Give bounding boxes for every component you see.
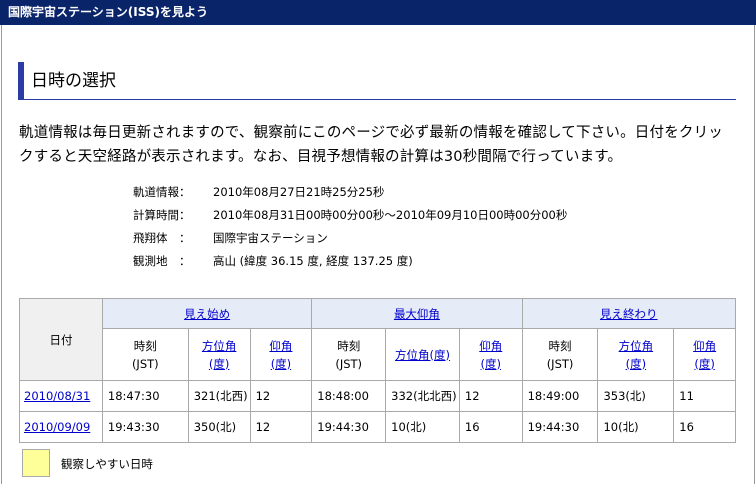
time-label: 時刻 <box>133 338 157 353</box>
start-azimuth-sort-link[interactable]: 方位角 (度) <box>202 339 237 371</box>
start-azimuth-cell: 321(北西) <box>187 380 251 412</box>
orbit-info-label: 軌道情報： <box>133 185 191 199</box>
max-elevation-cell: 12 <box>458 380 523 412</box>
info-block: 軌道情報： 2010年08月27日21時25分25秒 計算時間： 2010年08月3… <box>133 184 567 276</box>
max-azimuth-cell: 10(北) <box>385 411 460 443</box>
start-time-header: 時刻 (JST) <box>101 328 189 381</box>
start-elevation-cell: 12 <box>249 380 313 412</box>
end-elevation-cell: 16 <box>673 411 736 443</box>
start-elevation-sort-link[interactable]: 仰角 (度) <box>269 339 292 371</box>
legend-swatch <box>22 449 50 477</box>
start-group-link[interactable]: 見え始め <box>184 307 230 321</box>
max-time-header: 時刻 (JST) <box>311 328 387 381</box>
max-azimuth-header: 方位角(度) <box>385 328 460 381</box>
vehicle-label: 飛翔体 ： <box>133 231 191 245</box>
calc-time-row: 計算時間： 2010年08月31日00時00分00秒〜2010年09月10日00時… <box>133 207 567 230</box>
max-elevation-sort-link[interactable]: 仰角 (度) <box>479 339 502 371</box>
start-azimuth-cell: 350(北) <box>187 411 251 443</box>
pass-table: 日付 見え始め 最大仰角 見え終わり 時刻 (JST) 方位角 (度) 仰角 (度) … <box>19 298 737 443</box>
table-row: 2010/09/09 19:43:30 350(北) 12 19:44:30 1… <box>19 411 736 443</box>
start-time-cell: 18:47:30 <box>101 380 189 412</box>
observation-site-value: 高山 (緯度 36.15 度, 経度 137.25 度) <box>213 254 413 268</box>
max-time-cell: 19:44:30 <box>311 411 387 443</box>
jst-label: (JST) <box>546 356 574 371</box>
vehicle-row: 飛翔体 ： 国際宇宙ステーション <box>133 230 567 253</box>
date-cell: 2010/08/31 <box>19 380 103 412</box>
observation-site-row: 観測地 ： 高山 (緯度 36.15 度, 経度 137.25 度) <box>133 253 567 276</box>
vehicle-value: 国際宇宙ステーション <box>213 231 328 245</box>
section-title: 日時の選択 <box>18 62 736 100</box>
end-azimuth-sort-link[interactable]: 方位角 (度) <box>619 339 654 371</box>
table-row: 2010/08/31 18:47:30 321(北西) 12 18:48:00 … <box>19 380 736 412</box>
end-azimuth-cell: 10(北) <box>597 411 675 443</box>
date-link[interactable]: 2010/09/09 <box>24 420 90 434</box>
calc-time-value: 2010年08月31日00時00分00秒〜2010年09月10日00時00分00… <box>213 208 568 222</box>
legend-text: 観察しやすい日時 <box>61 457 153 471</box>
max-elevation-cell: 16 <box>458 411 523 443</box>
max-azimuth-sort-link[interactable]: 方位角(度) <box>395 348 450 362</box>
end-elevation-sort-link[interactable]: 仰角 (度) <box>693 339 716 371</box>
jst-label: (JST) <box>335 356 363 371</box>
start-group-header: 見え始め <box>101 298 313 329</box>
start-elevation-cell: 12 <box>249 411 313 443</box>
max-time-cell: 18:48:00 <box>311 380 387 412</box>
orbit-info-row: 軌道情報： 2010年08月27日21時25分25秒 <box>133 184 567 207</box>
jst-label: (JST) <box>131 356 159 371</box>
end-time-cell: 18:49:00 <box>521 380 599 412</box>
end-time-header: 時刻 (JST) <box>521 328 599 381</box>
start-time-cell: 19:43:30 <box>101 411 189 443</box>
end-group-header: 見え終わり <box>521 298 737 329</box>
end-azimuth-cell: 353(北) <box>597 380 675 412</box>
intro-text: 軌道情報は毎日更新されますので、観察前にこのページで必ず最新の情報を確認して下さ… <box>19 125 724 165</box>
end-elevation-header: 仰角 (度) <box>673 328 736 381</box>
end-elevation-cell: 11 <box>673 380 736 412</box>
date-link[interactable]: 2010/08/31 <box>24 389 90 403</box>
observation-site-label: 観測地 ： <box>133 254 191 268</box>
date-cell: 2010/09/09 <box>19 411 103 443</box>
time-label: 時刻 <box>548 338 572 353</box>
orbit-info-value: 2010年08月27日21時25分25秒 <box>213 185 385 199</box>
end-group-link[interactable]: 見え終わり <box>600 307 658 321</box>
end-azimuth-header: 方位角 (度) <box>597 328 675 381</box>
start-elevation-header: 仰角 (度) <box>249 328 313 381</box>
date-column-header: 日付 <box>19 298 103 381</box>
calc-time-label: 計算時間： <box>133 208 191 222</box>
max-group-link[interactable]: 最大仰角 <box>394 307 440 321</box>
start-azimuth-header: 方位角 (度) <box>187 328 251 381</box>
end-time-cell: 19:44:30 <box>521 411 599 443</box>
max-azimuth-cell: 332(北北西) <box>385 380 460 412</box>
max-group-header: 最大仰角 <box>311 298 523 329</box>
time-label: 時刻 <box>337 338 361 353</box>
window-title: 国際宇宙ステーション(ISS)を見よう <box>0 0 756 25</box>
max-elevation-header: 仰角 (度) <box>458 328 523 381</box>
